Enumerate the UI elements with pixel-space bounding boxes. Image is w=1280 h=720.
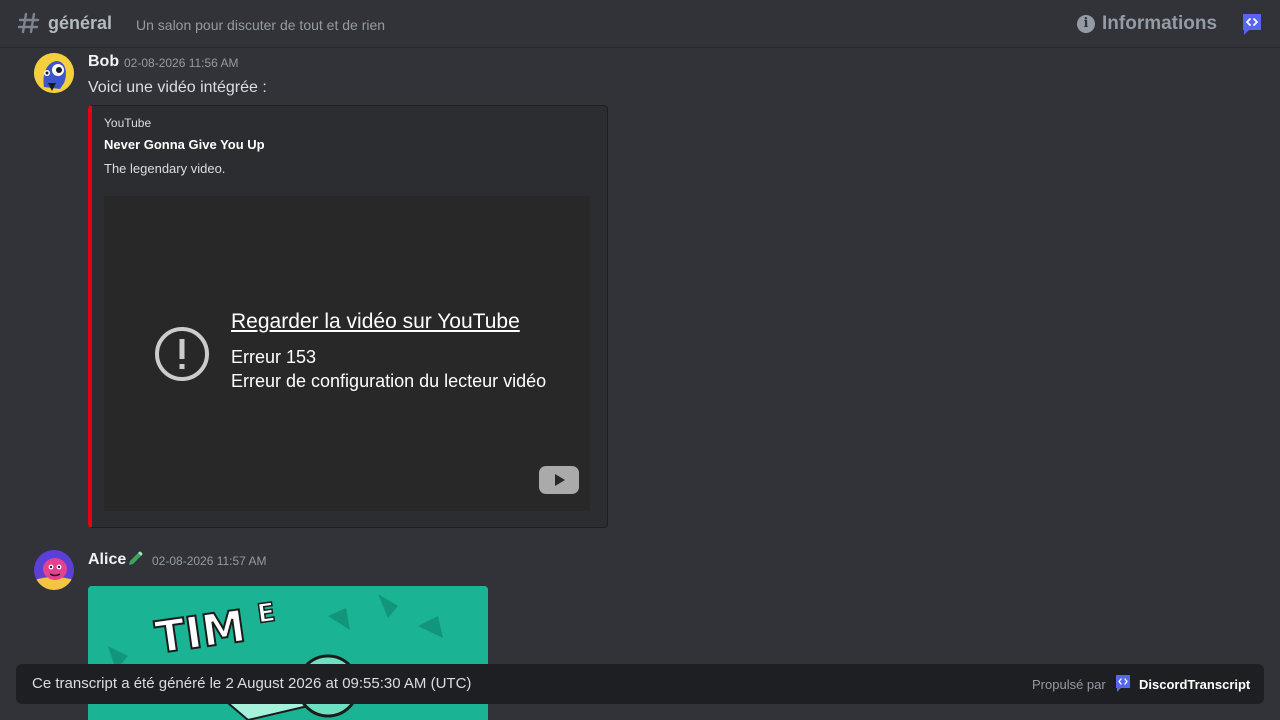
info-icon[interactable]: i: [1077, 15, 1095, 33]
timestamp-bob: 02-08-2026 11:56 AM: [124, 56, 239, 70]
error-code: Erreur 153: [231, 347, 317, 367]
transcript-footer: Ce transcript a été généré le 2 August 2…: [16, 664, 1264, 704]
hash-icon: [18, 12, 40, 34]
avatar-alice[interactable]: [34, 550, 74, 590]
message-text-bob: Voici une vidéo intégrée :: [88, 79, 267, 96]
youtube-embed: YouTube Never Gonna Give You Up The lege…: [88, 105, 608, 528]
footer-generated-text: Ce transcript a été généré le 2 August 2…: [32, 675, 472, 692]
channel-header: général Un salon pour discuter de tout e…: [0, 0, 1280, 48]
youtube-play-icon[interactable]: [539, 466, 579, 494]
bob-avatar-image: [34, 53, 74, 93]
discord-transcript-link[interactable]: DiscordTranscript: [1139, 677, 1250, 692]
alice-avatar-image: [34, 550, 74, 590]
discord-transcript-logo-icon[interactable]: [1241, 12, 1263, 36]
embed-title[interactable]: Never Gonna Give You Up: [104, 137, 265, 152]
channel-topic: Un salon pour discuter de tout et de rie…: [136, 17, 386, 33]
username-alice[interactable]: Alice: [88, 551, 126, 569]
embed-provider[interactable]: YouTube: [104, 116, 151, 130]
error-message: Erreur de configuration du lecteur vidéo: [231, 371, 547, 391]
pencil-icon: [129, 551, 143, 565]
watch-on-youtube-link[interactable]: Regarder la vidéo sur YouTube: [231, 310, 520, 334]
video-player[interactable]: Regarder la vidéo sur YouTube Erreur 153…: [104, 196, 590, 511]
error-icon: [155, 327, 209, 381]
username-bob[interactable]: Bob: [88, 53, 119, 71]
embed-description: The legendary video.: [104, 161, 226, 176]
channel-name: général: [48, 13, 113, 33]
informations-button[interactable]: Informations: [1102, 13, 1217, 35]
discord-transcript-logo-icon[interactable]: [1115, 674, 1131, 694]
powered-by-label: Propulsé par: [1032, 677, 1106, 692]
timestamp-alice: 02-08-2026 11:57 AM: [152, 554, 267, 568]
avatar-bob[interactable]: [34, 53, 74, 93]
